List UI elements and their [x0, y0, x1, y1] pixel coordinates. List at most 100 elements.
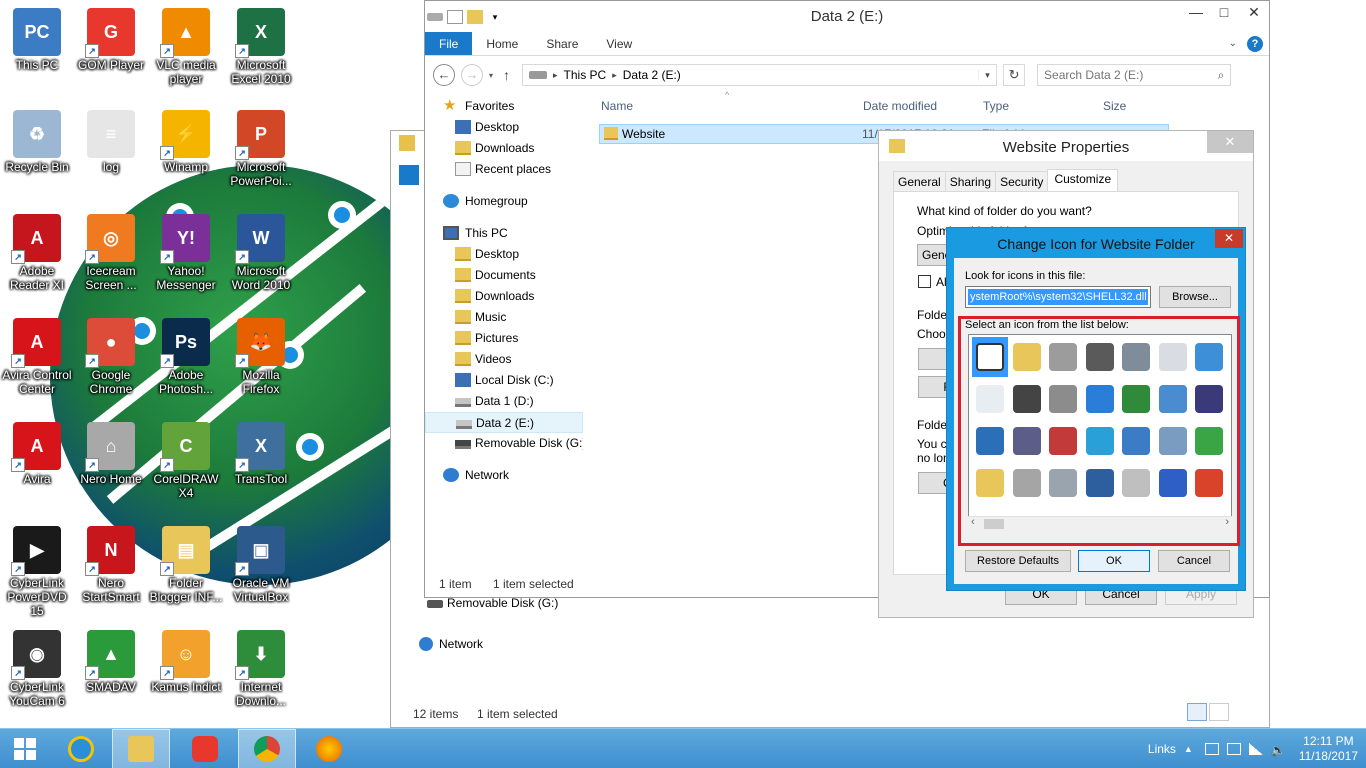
icon-option[interactable] [1155, 421, 1191, 461]
search-box[interactable]: ⌕ [1037, 64, 1232, 86]
icon-option[interactable] [1155, 463, 1191, 503]
icon-option[interactable] [1118, 337, 1154, 377]
desktop-icon-nero-home[interactable]: ⌂ ↗ Nero Home [74, 422, 148, 486]
address-bar[interactable]: ▸ This PC ▸ Data 2 (E:) ▾ [522, 64, 998, 86]
icon-option[interactable] [972, 421, 1008, 461]
refresh-button[interactable]: ↻ [1003, 64, 1026, 86]
icon-option[interactable] [1082, 337, 1118, 377]
up-button[interactable]: ↑ [503, 67, 510, 83]
scroll-thumb[interactable] [984, 519, 1004, 529]
nav-pc-downloads[interactable]: Downloads [425, 286, 583, 307]
desktop-icon-adobe-photosh[interactable]: Ps ↗ Adobe Photosh... [149, 318, 223, 396]
action-center-icon[interactable] [1226, 743, 1241, 755]
links-toolbar[interactable]: Links [1148, 742, 1176, 756]
desktop-icon-cyberlink-powerdvd-15[interactable]: ▶ ↗ CyberLink PowerDVD 15 [0, 526, 74, 618]
nav-recent-places[interactable]: Recent places [425, 159, 583, 180]
icon-option[interactable] [1155, 379, 1191, 419]
icon-option[interactable] [972, 337, 1008, 377]
show-hidden-icons-icon[interactable]: ▲ [1184, 744, 1193, 754]
details-view-button[interactable] [1187, 703, 1207, 721]
desktop-icon-folder-blogger-inf[interactable]: ▤ ↗ Folder Blogger INF... [149, 526, 223, 604]
desktop-icon-avira[interactable]: A ↗ Avira [0, 422, 74, 486]
tab-general[interactable]: General [893, 171, 946, 192]
back-button[interactable]: ← [433, 64, 455, 86]
taskbar-gom-player[interactable] [176, 729, 234, 768]
network-signal-icon[interactable] [1248, 743, 1263, 755]
nav-removable-g[interactable]: Removable Disk (G:) [425, 433, 583, 454]
nav-pc-desktop[interactable]: Desktop [425, 244, 583, 265]
tab-share[interactable]: Share [532, 32, 592, 55]
icon-option[interactable] [1118, 463, 1154, 503]
icon-option[interactable] [1045, 379, 1081, 419]
desktop-icon-nero-startsmart[interactable]: N ↗ Nero StartSmart [74, 526, 148, 604]
desktop-icon-microsoft-excel-2010[interactable]: X ↗ Microsoft Excel 2010 [224, 8, 298, 86]
desktop-icon-avira-control-center[interactable]: A ↗ Avira Control Center [0, 318, 74, 396]
desktop-icon-google-chrome[interactable]: ● ↗ Google Chrome [74, 318, 148, 396]
icon-option[interactable] [1009, 421, 1045, 461]
tab-customize[interactable]: Customize [1047, 169, 1119, 192]
chevron-down-icon[interactable]: ▾ [978, 69, 996, 81]
ok-button[interactable]: OK [1078, 550, 1150, 572]
maximize-button[interactable]: □ [1209, 1, 1239, 25]
nav-favorites-desktop[interactable]: Desktop [425, 117, 583, 138]
desktop-icon-microsoft-powerpoi[interactable]: P ↗ Microsoft PowerPoi... [224, 110, 298, 188]
search-input[interactable] [1044, 68, 1213, 82]
desktop-icon-yahoo-messenger[interactable]: Y! ↗ Yahoo! Messenger [149, 214, 223, 292]
desktop-icon-cyberlink-youcam-6[interactable]: ◉ ↗ CyberLink YouCam 6 [0, 630, 74, 708]
tab-view[interactable]: View [592, 32, 646, 55]
icon-option[interactable] [972, 463, 1008, 503]
column-name[interactable]: Name [601, 99, 633, 113]
desktop-icon-kamus-indict[interactable]: ☺ ↗ Kamus Indict [149, 630, 223, 694]
new-folder-icon[interactable] [467, 9, 483, 24]
icon-option[interactable] [1082, 421, 1118, 461]
close-button[interactable]: ✕ [1215, 229, 1243, 248]
device-icon[interactable] [1204, 743, 1219, 755]
nav-favorites-downloads[interactable]: Downloads [425, 138, 583, 159]
expand-ribbon-icon[interactable]: ⌄ [1229, 38, 1237, 49]
icon-list[interactable] [968, 334, 1232, 530]
icon-option[interactable] [1082, 463, 1118, 503]
nav-videos[interactable]: Videos [425, 349, 583, 370]
start-button[interactable] [0, 729, 50, 768]
taskbar-chrome[interactable] [238, 729, 296, 768]
scroll-right-icon[interactable]: › [1225, 516, 1229, 528]
desktop-icon-log[interactable]: ≡ log [74, 110, 148, 174]
tab-sharing[interactable]: Sharing [944, 171, 997, 192]
desktop-icon-vlc-media-player[interactable]: ▲ ↗ VLC media player [149, 8, 223, 86]
icon-option[interactable] [1045, 421, 1081, 461]
icon-option[interactable] [1191, 463, 1227, 503]
restore-defaults-button[interactable]: Restore Defaults [965, 550, 1071, 572]
horizontal-scrollbar[interactable]: ‹ › [968, 516, 1232, 530]
help-icon[interactable]: ? [1247, 35, 1263, 52]
nav-network[interactable]: Network [425, 465, 583, 486]
recent-locations-icon[interactable]: ▾ [489, 71, 493, 80]
icon-option[interactable] [1009, 463, 1045, 503]
icon-option[interactable] [1155, 337, 1191, 377]
nav-homegroup[interactable]: Homegroup [425, 191, 583, 212]
icon-option[interactable] [1191, 421, 1227, 461]
volume-icon[interactable]: 🔈 [1271, 743, 1286, 757]
desktop-icon-internet-downlo[interactable]: ⬇ ↗ Internet Downlo... [224, 630, 298, 708]
customize-toolbar-icon[interactable]: ▾ [487, 10, 503, 24]
cancel-button[interactable]: Cancel [1158, 550, 1230, 572]
icon-option[interactable] [1009, 379, 1045, 419]
icon-option[interactable] [1118, 379, 1154, 419]
taskbar-firefox[interactable] [300, 729, 358, 768]
tab-home[interactable]: Home [472, 32, 532, 55]
nav-local-disk-c[interactable]: Local Disk (C:) [425, 370, 583, 391]
breadcrumb-data2[interactable]: Data 2 (E:) [623, 68, 681, 82]
column-type[interactable]: Type [983, 99, 1009, 113]
desktop-icon-mozilla-firefox[interactable]: 🦊 ↗ Mozilla Firefox [224, 318, 298, 396]
desktop-icon-gom-player[interactable]: G ↗ GOM Player [74, 8, 148, 72]
nav-network[interactable]: Network [419, 637, 483, 651]
icon-option[interactable] [1191, 337, 1227, 377]
icon-file-input[interactable]: ystemRoot%\system32\SHELL32.dll [965, 286, 1151, 308]
icon-option[interactable] [1082, 379, 1118, 419]
column-date-modified[interactable]: Date modified [863, 99, 937, 113]
taskbar-file-explorer[interactable] [112, 729, 170, 768]
nav-data1-d[interactable]: Data 1 (D:) [425, 391, 583, 412]
properties-icon[interactable] [447, 9, 463, 24]
scroll-left-icon[interactable]: ‹ [971, 516, 975, 528]
nav-music[interactable]: Music [425, 307, 583, 328]
close-button[interactable]: ✕ [1239, 1, 1269, 25]
